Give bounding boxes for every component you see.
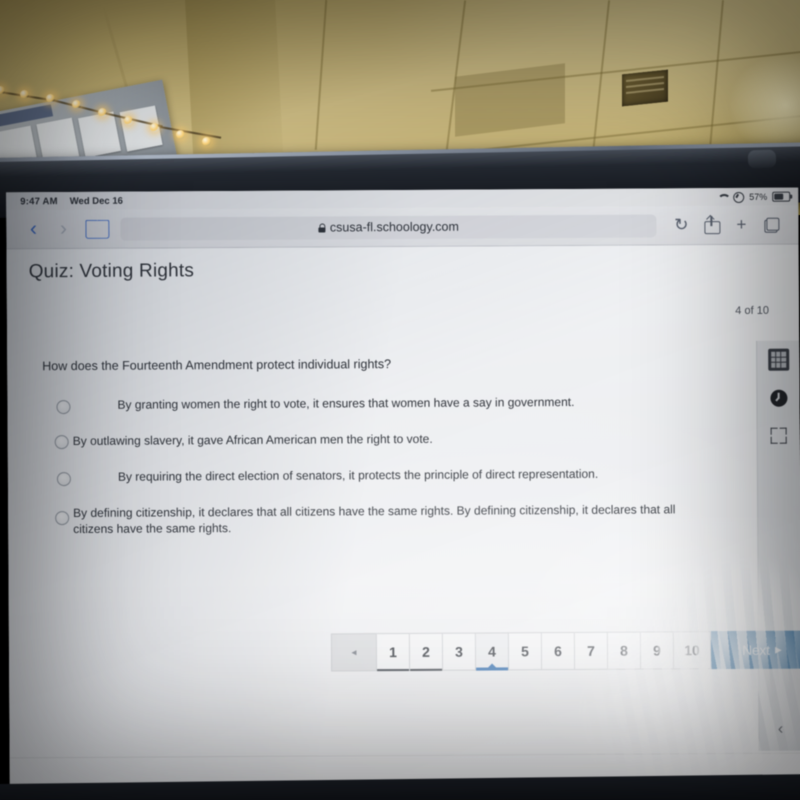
page-button-8[interactable]: 8 bbox=[607, 631, 642, 670]
string-light-bulb bbox=[98, 108, 107, 117]
string-light-bulb bbox=[20, 90, 29, 99]
photograph-of-tablet: 9:47 AM Wed Dec 16 57% ‹ › csusa-fl.scho… bbox=[0, 0, 800, 800]
page-button-7[interactable]: 7 bbox=[574, 631, 609, 670]
ceiling-tile-shadow bbox=[455, 63, 565, 137]
ceiling-vent bbox=[622, 69, 668, 107]
page-button-10[interactable]: 10 bbox=[673, 631, 712, 670]
forward-button[interactable]: › bbox=[48, 214, 78, 244]
page-title: Quiz: Voting Rights bbox=[28, 260, 195, 283]
next-button-label: Next bbox=[742, 642, 771, 658]
back-button[interactable]: ‹ bbox=[18, 214, 48, 244]
tabs-icon bbox=[764, 217, 779, 232]
plus-icon: + bbox=[736, 214, 747, 234]
status-indicators: 57% bbox=[717, 191, 791, 203]
question-counter: 4 of 10 bbox=[735, 304, 769, 317]
status-date: Wed Dec 16 bbox=[69, 195, 123, 207]
radio-button-c[interactable] bbox=[56, 472, 71, 487]
question-text: How does the Fourteenth Amendment protec… bbox=[42, 357, 392, 374]
calculator-icon bbox=[767, 348, 789, 371]
location-icon bbox=[733, 191, 745, 203]
question-pagination: ◂ 1 2 3 4 5 6 7 8 9 10 Next ▸ bbox=[330, 630, 800, 672]
tablet-screen: 9:47 AM Wed Dec 16 57% ‹ › csusa-fl.scho… bbox=[6, 187, 800, 791]
battery-percent: 57% bbox=[749, 191, 768, 202]
tablet-case-clip bbox=[747, 149, 777, 169]
answer-option-c-label: By requiring the direct election of sena… bbox=[117, 466, 599, 484]
calculator-button[interactable] bbox=[757, 341, 799, 379]
clock-icon bbox=[769, 389, 788, 407]
string-light-bulb bbox=[72, 100, 81, 109]
bookmarks-icon[interactable] bbox=[84, 219, 110, 239]
next-question-button[interactable]: Next ▸ bbox=[710, 630, 800, 670]
page-button-3[interactable]: 3 bbox=[442, 632, 477, 671]
answer-option-a-label: By granting women the right to vote, it … bbox=[117, 394, 575, 412]
status-time: 9:47 AM bbox=[20, 195, 58, 207]
address-bar[interactable]: csusa-fl.schoology.com bbox=[120, 213, 657, 241]
page-button-2[interactable]: 2 bbox=[409, 632, 444, 671]
quiz-page: Quiz: Voting Rights 4 of 10 How does the… bbox=[6, 244, 800, 791]
answer-option-d[interactable]: By defining citizenship, it declares tha… bbox=[43, 501, 683, 539]
reload-button[interactable]: ↻ bbox=[666, 210, 696, 240]
light-wire bbox=[159, 126, 222, 139]
chevron-left-icon: ‹ bbox=[777, 720, 784, 738]
radio-button-d[interactable] bbox=[55, 511, 70, 526]
ceiling-tile-line bbox=[708, 0, 724, 160]
window-light bbox=[730, 55, 800, 155]
radio-button-b[interactable] bbox=[54, 435, 69, 450]
quiz-tool-rail: ‹ bbox=[756, 340, 800, 751]
answer-option-d-label: By defining citizenship, it declares tha… bbox=[73, 502, 676, 537]
answer-options: By granting women the right to vote, it … bbox=[42, 393, 683, 541]
reload-icon: ↻ bbox=[674, 215, 689, 235]
string-light-bulb bbox=[202, 137, 211, 146]
timer-button[interactable] bbox=[757, 379, 799, 417]
string-light-bulb bbox=[46, 94, 55, 103]
new-tab-button[interactable]: + bbox=[726, 210, 756, 240]
page-divider bbox=[9, 752, 800, 759]
fullscreen-expand-icon bbox=[770, 427, 787, 444]
answer-option-b[interactable]: By outlawing slavery, it gave African Am… bbox=[43, 429, 683, 467]
previous-question-button[interactable]: ◂ bbox=[330, 633, 378, 672]
caret-left-icon: ◂ bbox=[351, 646, 357, 658]
string-light-bulb bbox=[176, 130, 185, 139]
wifi-icon bbox=[717, 193, 728, 202]
battery-icon bbox=[772, 191, 791, 202]
radio-button-a[interactable] bbox=[56, 400, 71, 415]
browser-toolbar: ‹ › csusa-fl.schoology.com ↻ + bbox=[6, 205, 799, 250]
collapse-rail-button[interactable]: ‹ bbox=[759, 715, 800, 745]
page-button-4[interactable]: 4 bbox=[475, 632, 510, 671]
page-button-6[interactable]: 6 bbox=[541, 631, 576, 671]
share-button[interactable] bbox=[696, 210, 726, 240]
fullscreen-button[interactable] bbox=[758, 417, 800, 455]
show-tabs-button[interactable] bbox=[756, 210, 786, 240]
string-light-bulb bbox=[150, 123, 159, 132]
page-button-5[interactable]: 5 bbox=[508, 632, 543, 671]
ceiling-tile-line bbox=[591, 0, 611, 155]
caret-right-icon: ▸ bbox=[774, 641, 782, 657]
answer-option-a[interactable]: By granting women the right to vote, it … bbox=[42, 393, 682, 431]
string-light-bulb bbox=[124, 116, 133, 125]
lock-icon bbox=[318, 223, 325, 232]
share-icon bbox=[704, 216, 721, 235]
chevron-left-icon: ‹ bbox=[29, 217, 37, 241]
chevron-right-icon: › bbox=[59, 217, 67, 241]
page-button-1[interactable]: 1 bbox=[376, 632, 411, 672]
page-button-9[interactable]: 9 bbox=[640, 631, 675, 670]
url-text: csusa-fl.schoology.com bbox=[329, 219, 459, 235]
answer-option-c[interactable]: By requiring the direct election of sena… bbox=[43, 465, 683, 503]
answer-option-b-label: By outlawing slavery, it gave African Am… bbox=[72, 431, 433, 449]
ceiling-tile-line bbox=[314, 0, 328, 150]
